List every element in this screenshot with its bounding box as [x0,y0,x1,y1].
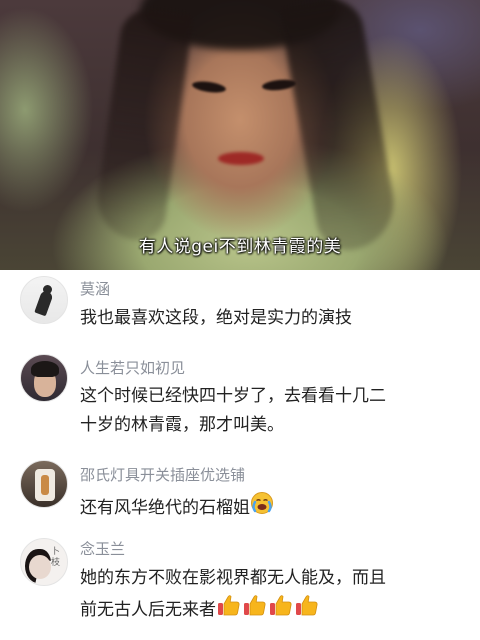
comment-username[interactable]: 念玉兰 [80,538,125,559]
woman-portrait-avatar[interactable]: 卜枝 [20,538,68,586]
comment-text: 我也最喜欢这段，绝对是实力的演技 [80,304,470,333]
video-frame[interactable]: 有人说gei不到林青霞的美 [0,0,480,270]
thumbs-up-emoji [242,593,268,627]
video-figure-hair-right [278,0,402,256]
comment-text: 还有风华绝代的石榴姐 [80,491,470,525]
comment-text-line: 这个时候已经快四十岁了，去看看十几二 [80,386,386,406]
comment-item[interactable]: 卜枝 念玉兰 她的东方不败在影视界都无人能及，而且 前无古人后无来者 [0,534,480,640]
comment-item[interactable]: 邵氏灯具开关插座优选铺 还有风华绝代的石榴姐 [0,456,480,536]
crying-face-emoji [250,491,274,525]
video-figure-hair-left [92,6,194,244]
comment-text-content: 还有风华绝代的石榴姐 [80,498,250,518]
video-figure-eye-right [261,78,297,92]
silhouette-avatar[interactable] [20,276,68,324]
comment-username[interactable]: 人生若只如初见 [80,357,185,378]
video-subtitle: 有人说gei不到林青霞的美 [138,237,342,257]
comment-text-content: 前无古人后无来者 [80,600,216,620]
thumbs-up-emoji [294,593,320,627]
thumbs-up-emoji [216,593,242,627]
comment-username[interactable]: 邵氏灯具开关插座优选铺 [80,464,245,485]
comment-text-line: 我也最喜欢这段，绝对是实力的演技 [80,308,352,328]
comment-text-line: 十岁的林青霞，那才叫美。 [80,415,284,435]
comment-text-line: 她的东方不败在影视界都无人能及，而且 [80,568,386,588]
comment-item[interactable]: 人生若只如初见 这个时候已经快四十岁了，去看看十几二 十岁的林青霞，那才叫美。 [0,348,480,458]
comment-username[interactable]: 莫涵 [80,278,110,299]
thumbs-up-emoji [268,593,294,627]
comment-text-line: 还有风华绝代的石榴姐 [80,491,470,525]
comment-item[interactable]: 莫涵 我也最喜欢这段，绝对是实力的演技 [0,270,480,356]
comment-text-line: 前无古人后无来者 [80,593,470,627]
video-figure-lips [218,152,264,165]
comment-text: 她的东方不败在影视界都无人能及，而且 前无古人后无来者 [80,564,470,627]
man-portrait-avatar[interactable] [20,354,68,402]
thumbs-up-emoji-group [216,595,320,620]
comment-text: 这个时候已经快四十岁了，去看看十几二 十岁的林青霞，那才叫美。 [80,382,470,440]
video-figure-eye-left [191,79,227,95]
store-logo-avatar[interactable] [20,460,68,508]
